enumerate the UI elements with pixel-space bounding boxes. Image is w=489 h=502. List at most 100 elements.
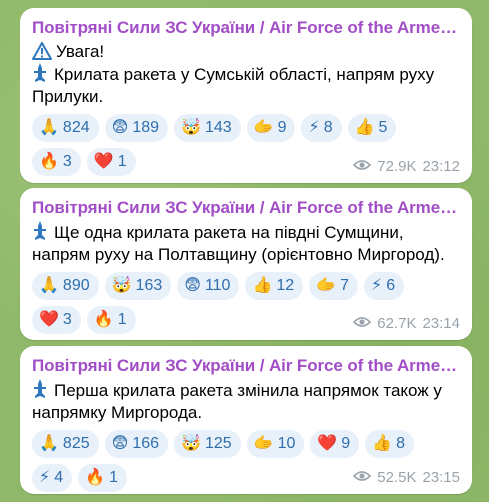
reaction-count: 10 bbox=[277, 435, 296, 452]
reaction-count: 1 bbox=[117, 311, 127, 328]
message-meta: 62.7K 23:14 bbox=[353, 315, 460, 332]
reaction-chip[interactable]: 😨 189 bbox=[104, 114, 169, 142]
message-line: Ще одна крилата ракета на півдні Сумщини… bbox=[32, 221, 460, 244]
reaction-emoji-icon: 👍 bbox=[252, 277, 273, 294]
reaction-chip[interactable]: 😨 110 bbox=[177, 272, 240, 300]
message-line-text: Крилата ракета у Сумській області, напря… bbox=[54, 65, 435, 84]
reaction-emoji-icon: 🙏 bbox=[39, 435, 59, 452]
reaction-count: 4 bbox=[54, 469, 64, 486]
reaction-count: 110 bbox=[204, 277, 231, 294]
message-author[interactable]: Повітряні Сили ЗС України / Air Force of… bbox=[32, 197, 460, 219]
view-count: 52.5K bbox=[377, 469, 417, 486]
reaction-emoji-icon: 👍 bbox=[372, 435, 393, 452]
message-meta: 72.9K 23:12 bbox=[353, 158, 460, 175]
reaction-row: 🙏 890 🤯 163 😨 110 👍 12 🫱 7 ⚡ 6 bbox=[32, 272, 460, 300]
reaction-emoji-icon: 🙏 bbox=[39, 119, 59, 136]
reaction-chip[interactable]: 🔥 3 bbox=[32, 148, 81, 176]
message-line-text: Увага! bbox=[56, 42, 105, 61]
reaction-chip[interactable]: 😨 166 bbox=[104, 430, 169, 458]
eye-icon bbox=[353, 158, 372, 175]
channel-message[interactable]: Повітряні Сили ЗС України / Air Force of… bbox=[20, 188, 472, 340]
reaction-row: 🙏 824 😨 189 🤯 143 🫱 9 ⚡ 8 👍 5 bbox=[32, 114, 460, 142]
message-line: Прилуки. bbox=[32, 86, 460, 108]
reaction-chip[interactable]: 🔥 1 bbox=[78, 464, 127, 492]
message-line-text: напрям руху на Полтавщину (орієнтовно Ми… bbox=[32, 245, 445, 264]
reaction-chip[interactable]: ⚡ 6 bbox=[364, 272, 405, 300]
message-time: 23:14 bbox=[422, 315, 460, 332]
reaction-count: 824 bbox=[62, 119, 90, 136]
message-line: напрямку Миргорода. bbox=[32, 402, 460, 424]
message-line-text: Прилуки. bbox=[32, 87, 104, 106]
message-time: 23:12 bbox=[422, 158, 460, 175]
reaction-count: 8 bbox=[323, 119, 333, 136]
reaction-chip[interactable]: ❤️ 1 bbox=[86, 148, 136, 176]
reaction-emoji-icon: 😨 bbox=[111, 119, 129, 136]
reaction-emoji-icon: ⚡ bbox=[39, 469, 51, 486]
channel-message[interactable]: Повітряні Сили ЗС України / Air Force of… bbox=[20, 8, 472, 183]
message-line: напрям руху на Полтавщину (орієнтовно Ми… bbox=[32, 244, 460, 266]
message-line: Перша крилата ракета змінила напрямок та… bbox=[32, 379, 460, 402]
reaction-count: 3 bbox=[62, 311, 72, 328]
reaction-emoji-icon: 🤯 bbox=[181, 435, 201, 452]
reaction-emoji-icon: ❤️ bbox=[39, 311, 59, 328]
reaction-emoji-icon: 🤯 bbox=[181, 119, 201, 136]
reaction-chip[interactable]: 👍 8 bbox=[365, 430, 415, 458]
message-line-text: Ще одна крилата ракета на півдні Сумщини… bbox=[54, 223, 404, 242]
reaction-count: 7 bbox=[340, 277, 349, 294]
reaction-emoji-icon: 😨 bbox=[111, 435, 129, 452]
reaction-emoji-icon: 🔥 bbox=[85, 469, 106, 486]
reaction-count: 12 bbox=[276, 277, 295, 294]
message-feed: Повітряні Сили ЗС України / Air Force of… bbox=[0, 0, 489, 502]
reaction-emoji-icon: 🙏 bbox=[39, 277, 59, 294]
reaction-chip[interactable]: 🙏 824 bbox=[32, 114, 99, 142]
reaction-chip[interactable]: 🙏 890 bbox=[32, 272, 99, 300]
view-count: 62.7K bbox=[377, 315, 417, 332]
reaction-chip[interactable]: 👍 12 bbox=[245, 272, 304, 300]
reaction-emoji-icon: 🫱 bbox=[316, 277, 337, 294]
reaction-count: 8 bbox=[396, 435, 406, 452]
message-author[interactable]: Повітряні Сили ЗС України / Air Force of… bbox=[32, 17, 460, 39]
message-meta: 52.5K 23:15 bbox=[353, 469, 460, 486]
reaction-count: 9 bbox=[341, 435, 351, 452]
reaction-emoji-icon: ⚡ bbox=[371, 277, 383, 294]
message-line: Крилата ракета у Сумській області, напря… bbox=[32, 63, 460, 86]
reaction-count: 143 bbox=[204, 119, 232, 136]
missile-icon bbox=[32, 379, 54, 400]
reaction-chip[interactable]: 🤯 125 bbox=[174, 430, 241, 458]
reaction-chip[interactable]: 🤯 143 bbox=[174, 114, 241, 142]
eye-icon bbox=[353, 315, 372, 332]
reaction-chip[interactable]: ❤️ 9 bbox=[310, 430, 360, 458]
message-time: 23:15 bbox=[422, 469, 460, 486]
eye-icon bbox=[353, 469, 372, 486]
message-text: Перша крилата ракета змінила напрямок та… bbox=[32, 379, 460, 424]
message-line: Увага! bbox=[32, 41, 460, 63]
reaction-emoji-icon: 😨 bbox=[184, 277, 201, 294]
reaction-chip[interactable]: ❤️ 3 bbox=[32, 306, 81, 334]
channel-message[interactable]: Повітряні Сили ЗС України / Air Force of… bbox=[20, 346, 472, 494]
reaction-emoji-icon: 🔥 bbox=[39, 153, 59, 170]
reaction-count: 825 bbox=[62, 435, 90, 452]
message-text: Ще одна крилата ракета на півдні Сумщини… bbox=[32, 221, 460, 266]
reaction-count: 166 bbox=[132, 435, 160, 452]
missile-icon bbox=[32, 221, 54, 242]
reaction-chip[interactable]: ⚡ 4 bbox=[32, 464, 73, 492]
reaction-chip[interactable]: 🫱 7 bbox=[309, 272, 358, 300]
reaction-chip[interactable]: ⚡ 8 bbox=[301, 114, 342, 142]
reaction-chip[interactable]: 🫱 9 bbox=[246, 114, 296, 142]
reaction-chip[interactable]: 🙏 825 bbox=[32, 430, 99, 458]
reaction-row: 🙏 825 😨 166 🤯 125 🫱 10 ❤️ 9 👍 8 bbox=[32, 430, 460, 458]
reaction-emoji-icon: ❤️ bbox=[317, 435, 338, 452]
reaction-count: 890 bbox=[62, 277, 90, 294]
warning-icon bbox=[32, 42, 56, 61]
reaction-chip[interactable]: 🔥 1 bbox=[86, 306, 136, 334]
reaction-emoji-icon: ❤️ bbox=[93, 153, 114, 170]
missile-icon bbox=[32, 63, 54, 84]
reaction-count: 163 bbox=[135, 277, 163, 294]
reaction-chip[interactable]: 👍 5 bbox=[347, 114, 397, 142]
reaction-chip[interactable]: 🤯 163 bbox=[104, 272, 172, 300]
reaction-count: 6 bbox=[386, 277, 396, 294]
reaction-count: 9 bbox=[277, 119, 287, 136]
reaction-emoji-icon: ⚡ bbox=[308, 119, 320, 136]
reaction-chip[interactable]: 🫱 10 bbox=[246, 430, 305, 458]
message-author[interactable]: Повітряні Сили ЗС України / Air Force of… bbox=[32, 355, 460, 377]
